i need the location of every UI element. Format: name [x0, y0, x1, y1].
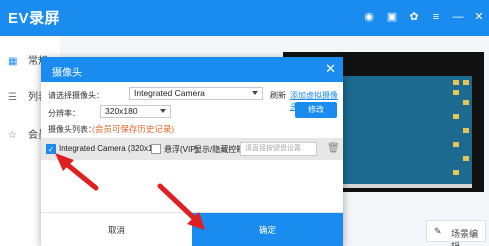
- camera-name: Integrated Camera (320x1: [59, 144, 153, 153]
- float-checkbox[interactable]: [151, 144, 161, 154]
- cancel-button[interactable]: 取消: [41, 213, 192, 246]
- select-camera-label: 请选择摄像头：: [48, 91, 104, 100]
- dialog-close-icon[interactable]: ✕: [325, 61, 336, 77]
- camera-dialog: 摄像头 ✕ 请选择摄像头： Integrated Camera 刷新 添加虚拟摄…: [41, 57, 343, 246]
- camera-list-label: 摄像头列表：: [48, 125, 96, 134]
- grid-icon: ▦: [8, 56, 18, 67]
- camera-enable-checkbox[interactable]: ✓: [46, 144, 56, 154]
- chevron-down-icon: [160, 109, 166, 113]
- resolution-select[interactable]: 320x180: [100, 105, 171, 118]
- camera-select[interactable]: Integrated Camera: [129, 87, 263, 100]
- camera-select-value: Integrated Camera: [134, 88, 205, 98]
- desktop-icon: [453, 170, 459, 175]
- desktop-icon: [463, 100, 469, 105]
- app-titlebar: EV录屏 ◉ ▣ ✿ ≡ — ✕: [0, 0, 489, 36]
- minimize-icon[interactable]: —: [451, 10, 465, 24]
- desktop-icon: [453, 142, 459, 147]
- scene-edit-label: 场景编辑: [451, 229, 479, 246]
- chevron-down-icon: [252, 91, 258, 95]
- toggle-control-label: 显示/隐藏控制: [194, 145, 245, 154]
- desktop-icon: [453, 80, 459, 85]
- scene-edit-button[interactable]: ✎ 场景编辑: [426, 220, 486, 246]
- desktop-icon: [463, 156, 469, 161]
- resolution-select-value: 320x180: [105, 106, 138, 116]
- app-title: EV录屏: [8, 10, 61, 27]
- refresh-button[interactable]: 刷新: [270, 90, 286, 101]
- desktop-icon: [453, 90, 459, 95]
- user-icon[interactable]: ◉: [362, 10, 376, 24]
- dialog-title: 摄像头: [52, 68, 82, 79]
- edit-icon: ✎: [434, 226, 442, 236]
- dialog-footer: 取消 确定: [41, 212, 343, 246]
- settings-icon[interactable]: ✿: [407, 10, 421, 24]
- star-icon: ☆: [8, 130, 17, 141]
- vip-note: (会员可保存历史记录): [92, 124, 175, 134]
- hotkey-input[interactable]: 请直接按键盘设置: [240, 142, 317, 156]
- desktop-icon: [463, 80, 469, 85]
- trash-icon[interactable]: 🗑: [327, 143, 340, 154]
- desktop-icon: [463, 128, 469, 133]
- dialog-header: 摄像头 ✕: [41, 57, 343, 82]
- desktop-icon: [453, 114, 459, 119]
- confirm-button[interactable]: 确定: [192, 213, 343, 246]
- resolution-label: 分辨率：: [48, 109, 80, 118]
- menu-icon[interactable]: ≡: [429, 10, 443, 24]
- modify-button[interactable]: 修改: [295, 102, 337, 118]
- list-icon: ☰: [8, 92, 17, 103]
- clipboard-icon[interactable]: ▣: [385, 10, 399, 24]
- close-icon[interactable]: ✕: [472, 10, 486, 24]
